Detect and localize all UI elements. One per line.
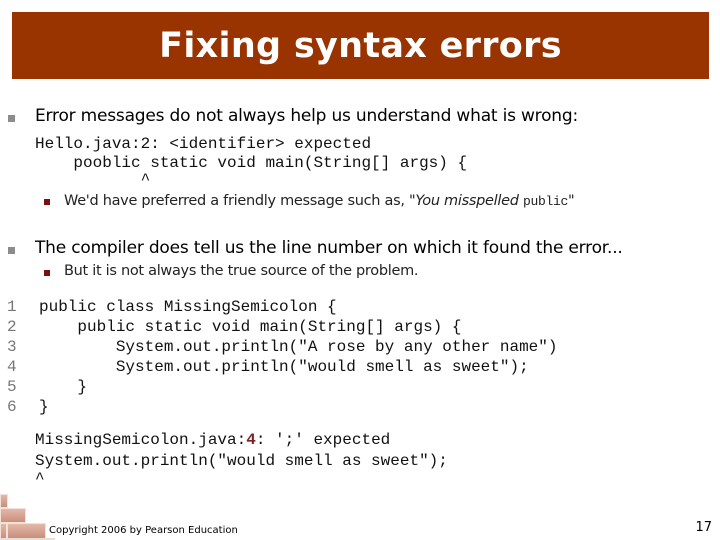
code-line: public static void main(String[] args) {	[39, 318, 462, 336]
copyright-footer: Copyright 2006 by Pearson Education	[49, 525, 238, 536]
error-caret-line: ^	[35, 171, 151, 189]
bullet-text: The compiler does tell us the line numbe…	[35, 238, 623, 258]
code-line: System.out.println("A rose by any other …	[39, 338, 558, 356]
bullet-icon	[8, 115, 15, 122]
line-number: 6	[7, 398, 17, 416]
sub-bullet-suffix: "	[567, 193, 575, 209]
error-line-number: 4	[246, 431, 256, 449]
line-number: 1	[7, 298, 17, 316]
sub-bullet-code-word: public	[522, 194, 568, 209]
sub-bullet-icon	[44, 199, 50, 205]
error-file-prefix: MissingSemicolon.java:	[35, 431, 247, 449]
code-line: public class MissingSemicolon {	[39, 298, 337, 316]
line-number: 4	[7, 358, 17, 376]
error-message-line: MissingSemicolon.java:4: ';' expected	[35, 431, 390, 449]
code-line: }	[39, 378, 88, 396]
sub-bullet-text: We'd have preferred a friendly message s…	[64, 193, 575, 209]
line-number: 5	[7, 378, 17, 396]
error-source-line: System.out.println("would smell as sweet…	[35, 452, 448, 470]
sub-bullet-prefix: We'd have preferred a friendly message s…	[64, 193, 416, 209]
line-number: 2	[7, 318, 17, 336]
sub-bullet-icon	[44, 270, 50, 276]
bullet-icon	[8, 247, 15, 254]
code-line: System.out.println("would smell as sweet…	[39, 358, 529, 376]
bullet-text: Error messages do not always help us und…	[35, 106, 578, 126]
error-message: : ';' expected	[255, 431, 391, 449]
page-number: 17	[695, 520, 712, 535]
sub-bullet-italic: You misspelled	[415, 193, 523, 209]
error-caret: ^	[35, 470, 45, 488]
sub-bullet-text: But it is not always the true source of …	[64, 263, 419, 279]
error-code-line: pooblic static void main(String[] args) …	[35, 154, 468, 172]
slide-title: Fixing syntax errors	[159, 25, 562, 66]
line-number: 3	[7, 338, 17, 356]
error-code-line: Hello.java:2: <identifier> expected	[35, 135, 372, 153]
code-line: }	[39, 398, 49, 416]
title-bar: Fixing syntax errors	[12, 12, 709, 79]
